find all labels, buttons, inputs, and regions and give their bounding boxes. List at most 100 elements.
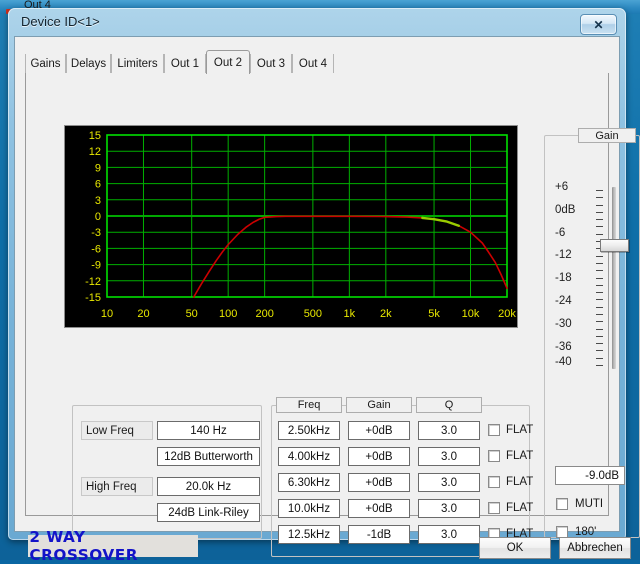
svg-text:-12: -12 [85, 276, 101, 288]
tab-gains[interactable]: Gains [25, 54, 66, 73]
checkbox-box[interactable] [488, 502, 500, 514]
gain-tick [596, 358, 603, 359]
eq-flat-checkbox-row-4[interactable]: FLAT [488, 502, 533, 514]
crossover-filter-high[interactable]: 24dB Link-Riley [157, 503, 260, 522]
gain-scale-label: 0dB [555, 203, 576, 216]
dialog-titlebar[interactable]: Device ID<1> ✕ [8, 8, 626, 38]
tab-out-4[interactable]: Out 4 [292, 54, 334, 73]
svg-text:20: 20 [137, 308, 149, 320]
gain-tick [596, 234, 603, 235]
checkbox-muti[interactable]: MUTI [556, 498, 603, 510]
checkbox-box[interactable] [488, 424, 500, 436]
checkbox-box[interactable] [556, 498, 568, 510]
frequency-response-chart[interactable]: 15 12 9 6 3 0 -3 -6 -9 -12 -15 10 20 50 100 200 500 1k 2k 5… [64, 125, 518, 328]
eq-q-row-5[interactable]: 3.0 [418, 525, 480, 544]
tab-out-3[interactable]: Out 3 [250, 54, 292, 73]
tab-out-2[interactable]: Out 2 [206, 50, 250, 74]
gain-tick [596, 256, 603, 257]
eq-flat-label: FLAT [506, 502, 534, 514]
cancel-button[interactable]: Abbrechen [559, 537, 631, 559]
tab-label: Limiters [117, 57, 158, 70]
gain-scale-label: -6 [555, 226, 566, 239]
dialog-client-area: Gains Delays Limiters Out 1 Out 2 Out 3 Out 4 … [14, 36, 640, 564]
eq-gain-row-4[interactable]: +0dB [348, 499, 410, 518]
gain-tick [596, 285, 603, 286]
eq-flat-label: FLAT [506, 476, 534, 488]
svg-text:200: 200 [255, 308, 273, 320]
eq-freq-row-1[interactable]: 2.50kHz [278, 421, 340, 440]
gain-scale-label: +6 [555, 181, 569, 193]
eq-flat-checkbox-row-3[interactable]: FLAT [488, 476, 533, 488]
gain-scale-label: -24 [555, 295, 572, 308]
crossover-freq-high[interactable]: 20.0k Hz [157, 477, 260, 496]
ok-button[interactable]: OK [479, 537, 551, 559]
eq-q-row-4[interactable]: 3.0 [418, 499, 480, 518]
tab-delays[interactable]: Delays [66, 54, 111, 73]
eq-q-row-1[interactable]: 3.0 [418, 421, 480, 440]
svg-text:2k: 2k [380, 308, 392, 320]
eq-flat-label: FLAT [506, 424, 534, 436]
gain-slider-thumb[interactable] [600, 239, 629, 253]
svg-text:15: 15 [89, 130, 101, 142]
gain-tick [596, 292, 603, 293]
dialog-title: Device ID<1> [21, 14, 100, 29]
gain-tick [596, 270, 603, 271]
tab-out-1[interactable]: Out 1 [164, 54, 206, 73]
eq-column-header-freq: Freq [276, 397, 342, 413]
gain-tick [596, 190, 603, 191]
eq-freq-row-3[interactable]: 6.30kHz [278, 473, 340, 492]
close-button[interactable]: ✕ [580, 14, 617, 35]
svg-text:6: 6 [95, 179, 101, 191]
brand-label: 2 WAY CROSSOVER [29, 528, 138, 564]
eq-freq-row-2[interactable]: 4.00kHz [278, 447, 340, 466]
crossover-label-low: Low Freq [81, 421, 153, 440]
gain-scale-label: -40 [555, 356, 572, 368]
svg-text:12: 12 [89, 146, 101, 158]
eq-flat-checkbox-row-1[interactable]: FLAT [488, 424, 533, 436]
tab-label: Delays [70, 57, 107, 70]
svg-text:-3: -3 [91, 227, 101, 239]
svg-text:0: 0 [95, 211, 101, 223]
tab-page-out-2: 15 12 9 6 3 0 -3 -6 -9 -12 -15 10 20 50 100 200 500 1k 2k 5… [25, 73, 640, 557]
gain-tick [596, 336, 603, 337]
eq-flat-checkbox-row-2[interactable]: FLAT [488, 450, 533, 462]
gain-tick [596, 197, 603, 198]
eq-column-header-q: Q [416, 397, 482, 413]
eq-q-row-3[interactable]: 3.0 [418, 473, 480, 492]
svg-text:20k: 20k [498, 308, 516, 320]
tab-label: Out 1 [170, 57, 200, 70]
svg-text:10k: 10k [462, 308, 480, 320]
gain-group-legend: Gain [578, 128, 636, 143]
crossover-filter-low[interactable]: 12dB Butterworth [157, 447, 260, 466]
gain-tick [596, 226, 603, 227]
eq-gain-row-3[interactable]: +0dB [348, 473, 410, 492]
gain-scale-label: -12 [555, 249, 572, 262]
tab-label: Out 4 [298, 57, 328, 70]
eq-gain-row-1[interactable]: +0dB [348, 421, 410, 440]
gain-scale-label: -36 [555, 340, 572, 353]
gain-value-field[interactable]: -9.0dB [555, 466, 625, 485]
checkbox-box[interactable] [488, 476, 500, 488]
eq-gain-row-2[interactable]: +0dB [348, 447, 410, 466]
gain-tick [596, 212, 603, 213]
eq-q-row-2[interactable]: 3.0 [418, 447, 480, 466]
eq-freq-row-5[interactable]: 12.5kHz [278, 525, 340, 544]
crossover-label-high: High Freq [81, 477, 153, 496]
gain-tick [596, 321, 603, 322]
gain-tick [596, 365, 603, 366]
checkbox-box[interactable] [488, 450, 500, 462]
gain-slider-track[interactable] [612, 187, 616, 369]
gain-tick [596, 299, 603, 300]
tab-limiters[interactable]: Limiters [111, 54, 164, 73]
svg-text:-15: -15 [85, 292, 101, 304]
tab-label: Gains [30, 57, 61, 70]
gain-scale-label: -18 [555, 272, 572, 285]
svg-text:-9: -9 [91, 260, 101, 272]
eq-freq-row-4[interactable]: 10.0kHz [278, 499, 340, 518]
checkbox-label: MUTI [575, 498, 604, 510]
gain-tick [596, 343, 603, 344]
frequency-response-plot: 15 12 9 6 3 0 -3 -6 -9 -12 -1510 20 50 100 200 500 1k 2k 5… [65, 126, 517, 327]
eq-flat-label: FLAT [506, 450, 534, 462]
eq-gain-row-5[interactable]: -1dB [348, 525, 410, 544]
crossover-freq-low[interactable]: 140 Hz [157, 421, 260, 440]
